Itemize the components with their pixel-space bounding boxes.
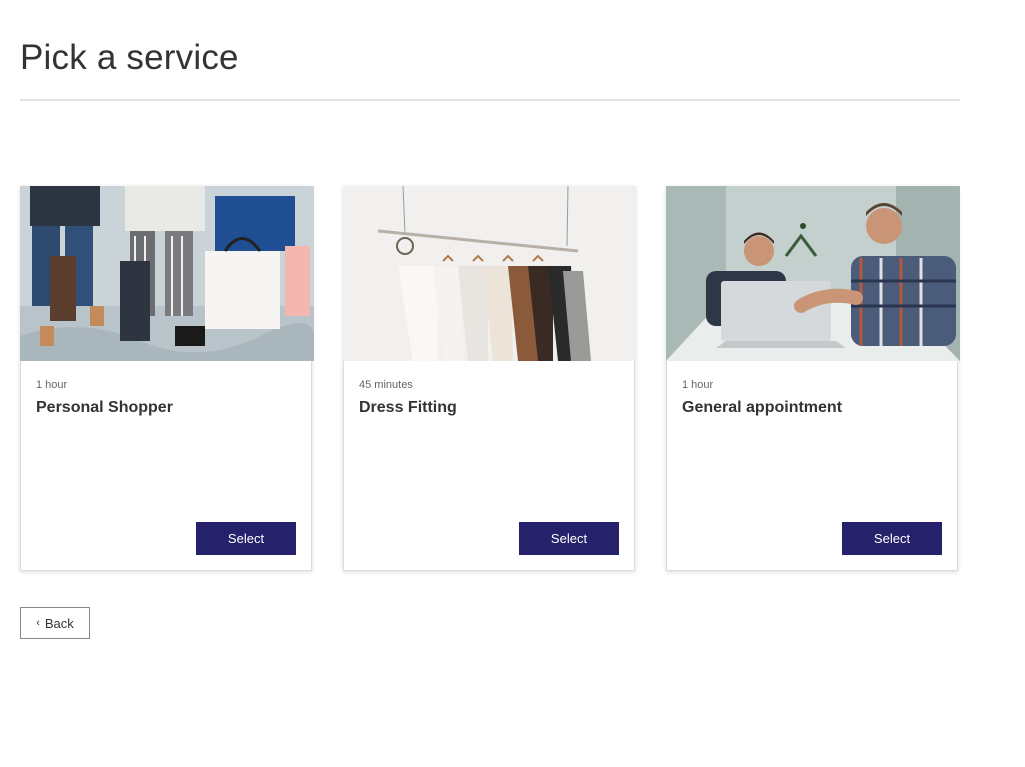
service-duration: 1 hour	[36, 379, 68, 391]
select-personal-shopper-button[interactable]: Select	[196, 522, 296, 555]
title-divider	[20, 99, 960, 101]
back-button[interactable]: ‹ Back	[20, 607, 90, 639]
clothing-rack-photo	[343, 186, 637, 361]
chevron-left-icon: ‹	[36, 616, 40, 629]
service-name: Personal Shopper	[36, 399, 173, 416]
service-card-dress-fitting: 45 minutes Dress Fitting Select	[343, 186, 637, 571]
service-name: General appointment	[682, 399, 843, 416]
page-title: Pick a service	[20, 38, 239, 77]
service-name: Dress Fitting	[359, 399, 457, 416]
service-card-general-appointment: 1 hour General appointment Select	[666, 186, 960, 571]
shoppers-with-bags-photo	[20, 186, 314, 361]
service-duration: 1 hour	[682, 379, 714, 391]
select-general-appointment-button[interactable]: Select	[842, 522, 942, 555]
back-button-label: Back	[44, 615, 74, 631]
service-card-personal-shopper: 1 hour Personal Shopper Select	[20, 186, 314, 571]
service-duration: 45 minutes	[359, 379, 413, 391]
meeting-with-laptop-photo	[666, 186, 960, 361]
service-picker-page: Pick a service 1 hour Personal Shopper S…	[0, 0, 1025, 767]
select-dress-fitting-button[interactable]: Select	[519, 522, 619, 555]
